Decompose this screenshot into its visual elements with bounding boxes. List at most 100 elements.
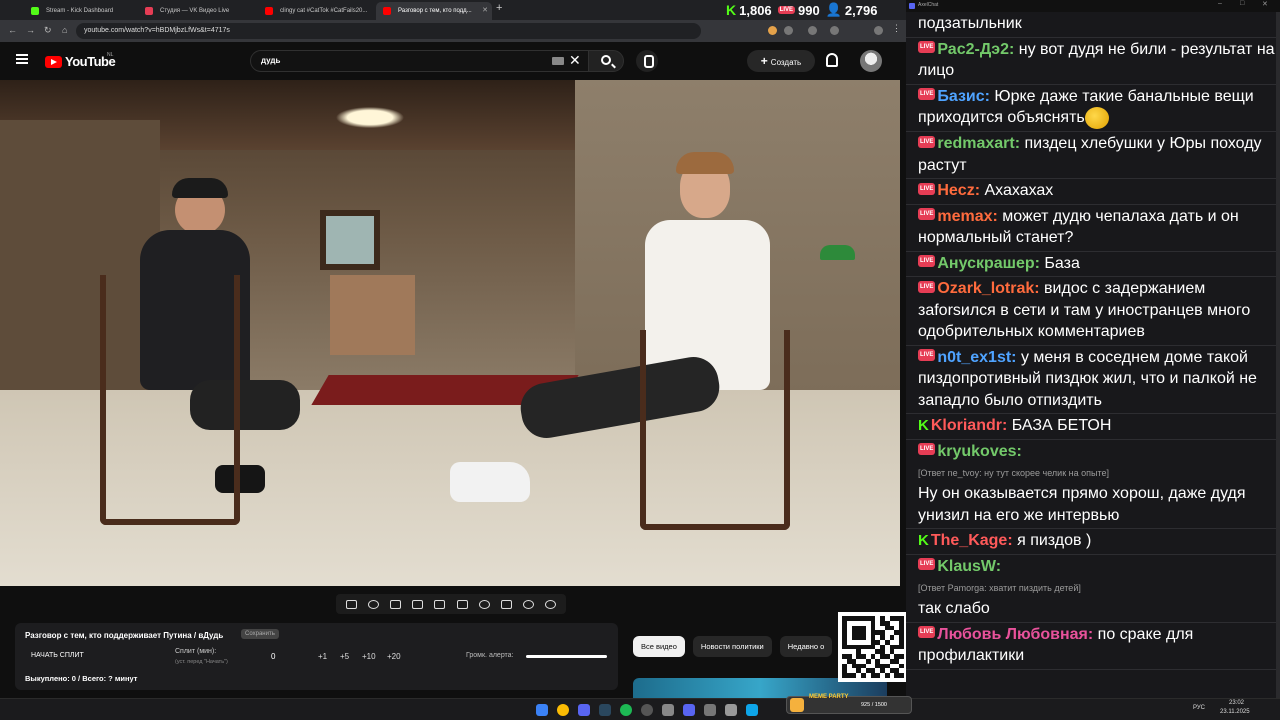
add-20-button[interactable]: +20 xyxy=(387,652,401,661)
clear-search-icon[interactable]: ✕ xyxy=(569,52,581,69)
start-split-button[interactable]: НАЧАТЬ СПЛИТ xyxy=(31,652,84,659)
camera-icon[interactable] xyxy=(523,599,535,609)
close-tab-icon[interactable]: ✕ xyxy=(482,2,488,20)
extension-icon[interactable] xyxy=(784,26,793,35)
video-player[interactable] xyxy=(0,80,900,586)
url-field[interactable]: youtube.com/watch?v=hBDMjbzLfWs&t=4717s xyxy=(76,23,701,39)
new-tab-button[interactable]: + xyxy=(496,2,502,14)
close-icon[interactable]: ✕ xyxy=(1262,0,1268,8)
avatar[interactable] xyxy=(860,50,882,72)
clapper-icon[interactable] xyxy=(412,599,424,609)
chat-username[interactable]: Hecz: xyxy=(937,182,980,199)
chat-username[interactable]: Базис: xyxy=(937,88,990,105)
voice-search-button[interactable] xyxy=(636,50,658,72)
chat-username[interactable]: n0t_ex1st: xyxy=(937,349,1016,366)
steam-icon[interactable] xyxy=(599,704,611,716)
keyboard-icon[interactable] xyxy=(552,57,564,65)
app-icon[interactable] xyxy=(704,704,716,716)
add-5-button[interactable]: +5 xyxy=(340,652,349,661)
youtube-logo[interactable]: YouTube xyxy=(45,54,116,69)
chat-username[interactable]: Kloriandr: xyxy=(931,417,1007,434)
hamburger-menu-icon[interactable] xyxy=(16,54,28,64)
forward-icon[interactable]: → xyxy=(26,25,35,35)
extensions-icon[interactable] xyxy=(830,26,839,35)
app-icon[interactable] xyxy=(746,704,758,716)
maximize-icon[interactable]: □ xyxy=(1240,0,1244,7)
chat-message: LIVE Любовь Любовная: по сраке для профил… xyxy=(906,623,1280,670)
chat-message-line: LIVE kryukoves: xyxy=(918,440,1276,465)
chat-username[interactable]: redmaxart: xyxy=(937,135,1020,152)
chat-username[interactable]: Рас2-Дэ2: xyxy=(937,41,1014,58)
obs-icon[interactable] xyxy=(641,704,653,716)
recommendation-chips: Все видео Новости политики Недавно о xyxy=(633,636,833,657)
tab-current-video[interactable]: Разговор с тем, кто подд... ✕ xyxy=(376,2,492,20)
screen-icon[interactable] xyxy=(389,599,401,609)
bought-summary: Выкуплено: 0 / Всего: ? минут xyxy=(25,674,138,683)
input-language[interactable]: РУС xyxy=(1193,705,1205,711)
chat-text: Ахахахах xyxy=(980,182,1054,199)
start-menu-icon[interactable] xyxy=(536,704,548,716)
chat-username[interactable]: Ozark_lotrak: xyxy=(937,280,1039,297)
brick-column xyxy=(330,275,415,355)
save-button[interactable]: Сохранить xyxy=(241,629,279,639)
split-value[interactable]: 0 xyxy=(271,652,275,661)
film-icon[interactable] xyxy=(456,599,468,609)
vk-live-icon: LIVE xyxy=(918,255,936,268)
region-code: NL xyxy=(107,52,114,58)
chat-scrollbar[interactable] xyxy=(1276,12,1280,698)
chat-message-line: LIVE Любовь Любовная: по сраке для профил… xyxy=(918,623,1276,669)
spotify-icon[interactable] xyxy=(620,704,632,716)
search-button[interactable] xyxy=(588,50,624,72)
add-icon[interactable] xyxy=(500,599,512,609)
speed-icon[interactable] xyxy=(478,599,490,609)
profile-icon[interactable] xyxy=(874,26,883,35)
app-icon[interactable] xyxy=(725,704,737,716)
home-icon[interactable]: ⌂ xyxy=(62,25,67,35)
chat-text: так слабо xyxy=(918,600,990,618)
picture-in-picture-icon[interactable] xyxy=(434,599,446,609)
notifications-bell-icon[interactable] xyxy=(826,53,838,67)
vk-live-icon: LIVE xyxy=(918,182,936,195)
tab-clingy-cat[interactable]: clingy cat #CatTok #CatFails20... xyxy=(258,2,376,20)
vk-live-icon: LIVE xyxy=(918,88,936,101)
chat-username[interactable]: Анускрашер: xyxy=(937,255,1040,272)
back-icon[interactable]: ← xyxy=(8,25,17,35)
vk-live-icon: LIVE xyxy=(918,558,936,571)
chat-username[interactable]: KlausW: xyxy=(937,558,1001,575)
settings-gear-icon[interactable] xyxy=(545,599,557,609)
broadcast-icon[interactable] xyxy=(367,599,379,609)
app-icon[interactable] xyxy=(662,704,674,716)
chip-all-videos[interactable]: Все видео xyxy=(633,636,685,657)
chat-message-line: подзатыльник xyxy=(918,12,1276,37)
tab-kick-dashboard[interactable]: Stream - Kick Dashboard xyxy=(24,2,136,20)
clock-date: 23.11.2025 xyxy=(1220,709,1250,715)
discord-icon[interactable] xyxy=(578,704,590,716)
chat-username[interactable]: kryukoves: xyxy=(937,443,1022,460)
chat-message: K The_Kage: я пиздов ) xyxy=(906,529,1280,555)
reload-icon[interactable]: ↻ xyxy=(44,25,52,36)
chat-username[interactable]: The_Kage: xyxy=(931,532,1013,549)
loop-icon[interactable] xyxy=(345,599,357,609)
chrome-icon[interactable] xyxy=(557,704,569,716)
split-panel: Разговор с тем, кто поддерживает Путина … xyxy=(15,623,618,690)
vk-live-icon: LIVE xyxy=(918,349,936,362)
chat-username[interactable]: memax: xyxy=(937,208,997,225)
search-input[interactable]: дудь xyxy=(250,50,590,72)
tab-vk-studio[interactable]: Студия — VK Видео Live xyxy=(138,2,256,20)
kick-icon: K xyxy=(918,532,929,550)
add-1-button[interactable]: +1 xyxy=(318,652,327,661)
create-button[interactable]: + Создать xyxy=(747,50,815,72)
download-icon[interactable] xyxy=(808,26,817,35)
person-right-hair xyxy=(676,152,734,174)
app-icon[interactable] xyxy=(683,704,695,716)
add-10-button[interactable]: +10 xyxy=(362,652,376,661)
alert-volume-slider[interactable] xyxy=(526,655,607,658)
youtube-icon xyxy=(383,7,391,15)
chip-politics-news[interactable]: Новости политики xyxy=(692,636,772,657)
extension-icon[interactable] xyxy=(768,26,777,35)
chip-recently[interactable]: Недавно о xyxy=(779,636,833,657)
minimize-icon[interactable]: – xyxy=(1218,0,1222,7)
menu-icon[interactable]: ⋮ xyxy=(892,23,901,33)
chat-message: LIVE memax: может дудю чепалаха дать и он… xyxy=(906,205,1280,252)
chat-username[interactable]: Любовь Любовная: xyxy=(937,626,1093,643)
